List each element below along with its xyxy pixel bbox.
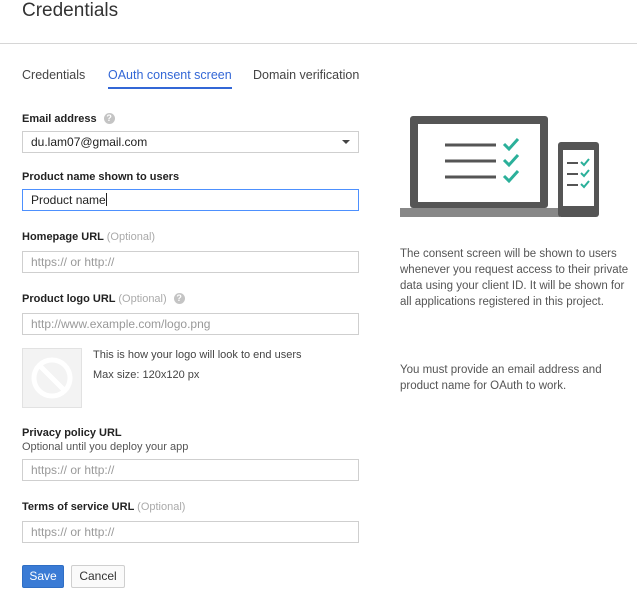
- product-name-value: Product name: [31, 193, 106, 207]
- tos-label: Terms of service URL (Optional): [22, 501, 185, 513]
- tos-optional: (Optional): [137, 501, 186, 513]
- product-name-input[interactable]: Product name: [22, 189, 359, 211]
- logo-label: Product logo URL (Optional)?: [22, 293, 185, 305]
- product-name-label: Product name shown to users: [22, 171, 180, 183]
- logo-label-text: Product logo URL: [22, 293, 116, 305]
- logo-size-text: Max size: 120x120 px: [93, 369, 200, 381]
- email-select[interactable]: du.lam07@gmail.com: [22, 131, 359, 153]
- homepage-label: Homepage URL (Optional): [22, 231, 155, 243]
- homepage-url-input[interactable]: https:// or http://: [22, 251, 359, 273]
- chevron-down-icon: [342, 140, 350, 144]
- tos-label-text: Terms of service URL: [22, 501, 135, 513]
- page-title: Credentials: [22, 0, 119, 21]
- logo-optional: (Optional): [118, 293, 167, 305]
- logo-preview: [22, 348, 82, 408]
- help-circle-icon[interactable]: ?: [103, 113, 115, 124]
- tos-url-input[interactable]: https:// or http://: [22, 521, 359, 543]
- text-cursor: [105, 193, 107, 206]
- no-image-icon: [31, 357, 73, 399]
- tab-oauth-consent-screen[interactable]: OAuth consent screen: [108, 68, 232, 89]
- tab-domain-verification[interactable]: Domain verification: [253, 68, 359, 82]
- homepage-optional: (Optional): [106, 231, 156, 243]
- privacy-sublabel: Optional until you deploy your app: [22, 441, 189, 453]
- privacy-label: Privacy policy URL: [22, 427, 122, 439]
- save-button[interactable]: Save: [22, 565, 64, 588]
- logo-url-input[interactable]: http://www.example.com/logo.png: [22, 313, 359, 335]
- page-header: Credentials: [0, 0, 637, 44]
- cancel-button[interactable]: Cancel: [71, 565, 125, 588]
- email-label: Email address?: [22, 113, 115, 125]
- tab-credentials[interactable]: Credentials: [22, 68, 85, 82]
- logo-preview-text: This is how your logo will look to end u…: [93, 349, 302, 361]
- email-value: du.lam07@gmail.com: [31, 135, 148, 149]
- consent-info-text: The consent screen will be shown to user…: [400, 248, 629, 308]
- help-circle-icon[interactable]: ?: [173, 293, 185, 304]
- homepage-label-text: Homepage URL: [22, 231, 104, 243]
- oauth-requirement-text: You must provide an email address and pr…: [400, 364, 602, 392]
- privacy-url-input[interactable]: https:// or http://: [22, 459, 359, 481]
- consent-devices-illustration: [400, 116, 599, 217]
- email-label-text: Email address: [22, 113, 97, 125]
